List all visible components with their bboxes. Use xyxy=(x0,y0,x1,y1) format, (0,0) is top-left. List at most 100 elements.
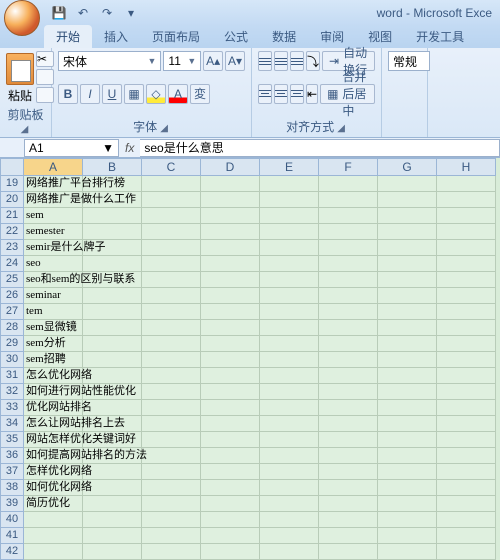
cell[interactable] xyxy=(437,224,496,240)
align-right-icon[interactable] xyxy=(290,84,304,104)
cell[interactable] xyxy=(437,256,496,272)
cell[interactable] xyxy=(378,432,437,448)
cell[interactable] xyxy=(319,496,378,512)
cell[interactable] xyxy=(378,272,437,288)
row-header[interactable]: 35 xyxy=(0,432,24,448)
row-header[interactable]: 37 xyxy=(0,464,24,480)
row-header[interactable]: 36 xyxy=(0,448,24,464)
cell[interactable]: sem xyxy=(24,208,83,224)
cell[interactable] xyxy=(201,224,260,240)
cell[interactable] xyxy=(201,544,260,560)
column-header-G[interactable]: G xyxy=(378,158,437,176)
cell[interactable] xyxy=(83,208,142,224)
column-header-A[interactable]: A xyxy=(24,158,83,176)
cell[interactable] xyxy=(319,320,378,336)
cell[interactable]: semir是什么牌子 xyxy=(24,240,83,256)
cell[interactable] xyxy=(260,432,319,448)
cell[interactable] xyxy=(260,272,319,288)
cell[interactable] xyxy=(319,512,378,528)
cell[interactable]: sem显微镜 xyxy=(24,320,83,336)
cell[interactable]: seminar xyxy=(24,288,83,304)
cell[interactable] xyxy=(260,480,319,496)
cell[interactable] xyxy=(142,512,201,528)
cell[interactable] xyxy=(437,496,496,512)
cell[interactable] xyxy=(437,416,496,432)
decrease-indent-icon[interactable]: ⇤ xyxy=(306,84,318,104)
cell[interactable] xyxy=(319,240,378,256)
cell[interactable] xyxy=(260,256,319,272)
tab-home[interactable]: 开始 xyxy=(44,25,92,48)
cell[interactable] xyxy=(378,544,437,560)
cell[interactable] xyxy=(437,400,496,416)
cell[interactable] xyxy=(201,496,260,512)
cell[interactable] xyxy=(260,192,319,208)
row-header[interactable]: 34 xyxy=(0,416,24,432)
cell[interactable] xyxy=(260,496,319,512)
cell[interactable] xyxy=(260,336,319,352)
cell[interactable]: 如何提高网站排名的方法 xyxy=(24,448,83,464)
cell[interactable] xyxy=(319,192,378,208)
cell[interactable]: 简历优化 xyxy=(24,496,83,512)
cell[interactable] xyxy=(319,400,378,416)
cell[interactable]: 优化网站排名 xyxy=(24,400,83,416)
row-header[interactable]: 27 xyxy=(0,304,24,320)
cell[interactable] xyxy=(142,304,201,320)
cell[interactable] xyxy=(260,304,319,320)
paste-button[interactable]: 粘贴 xyxy=(6,51,34,104)
cell[interactable] xyxy=(201,192,260,208)
row-header[interactable]: 28 xyxy=(0,320,24,336)
cell[interactable] xyxy=(378,192,437,208)
cell[interactable] xyxy=(378,176,437,192)
cell[interactable] xyxy=(378,416,437,432)
tab-insert[interactable]: 插入 xyxy=(92,25,140,48)
cell[interactable] xyxy=(437,304,496,320)
cell[interactable] xyxy=(319,448,378,464)
cell[interactable] xyxy=(142,192,201,208)
align-center-icon[interactable] xyxy=(274,84,288,104)
cell[interactable]: sem分析 xyxy=(24,336,83,352)
cell[interactable] xyxy=(142,224,201,240)
select-all-corner[interactable] xyxy=(0,158,24,176)
cell[interactable] xyxy=(319,208,378,224)
cell[interactable] xyxy=(201,368,260,384)
row-header[interactable]: 33 xyxy=(0,400,24,416)
cell[interactable] xyxy=(437,464,496,480)
cell[interactable]: 网站怎样优化关键词好 xyxy=(24,432,83,448)
cell[interactable] xyxy=(142,256,201,272)
cell[interactable] xyxy=(260,224,319,240)
cell[interactable] xyxy=(142,480,201,496)
column-header-E[interactable]: E xyxy=(260,158,319,176)
cell[interactable] xyxy=(201,384,260,400)
row-header[interactable]: 41 xyxy=(0,528,24,544)
cell[interactable] xyxy=(260,368,319,384)
cell[interactable] xyxy=(378,400,437,416)
cell[interactable] xyxy=(142,528,201,544)
cell[interactable] xyxy=(142,240,201,256)
cell[interactable]: sem招聘 xyxy=(24,352,83,368)
row-header[interactable]: 29 xyxy=(0,336,24,352)
row-header[interactable]: 38 xyxy=(0,480,24,496)
cell[interactable] xyxy=(437,368,496,384)
number-format-combo[interactable]: 常规 xyxy=(388,51,430,71)
cell[interactable] xyxy=(142,272,201,288)
row-header[interactable]: 19 xyxy=(0,176,24,192)
cell[interactable] xyxy=(437,512,496,528)
cell[interactable] xyxy=(378,224,437,240)
cell[interactable] xyxy=(201,288,260,304)
cell[interactable] xyxy=(319,416,378,432)
cell[interactable] xyxy=(83,544,142,560)
save-icon[interactable]: 💾 xyxy=(50,4,68,22)
cell[interactable] xyxy=(319,384,378,400)
cell[interactable] xyxy=(201,448,260,464)
cell[interactable] xyxy=(260,384,319,400)
cell[interactable] xyxy=(24,544,83,560)
align-left-icon[interactable] xyxy=(258,84,272,104)
cell[interactable] xyxy=(260,320,319,336)
cell[interactable] xyxy=(24,512,83,528)
column-header-B[interactable]: B xyxy=(83,158,142,176)
cell[interactable] xyxy=(83,496,142,512)
tab-pagelayout[interactable]: 页面布局 xyxy=(140,25,212,48)
cell[interactable] xyxy=(142,416,201,432)
font-size-combo[interactable]: 11▼ xyxy=(163,51,201,71)
cell[interactable] xyxy=(83,320,142,336)
